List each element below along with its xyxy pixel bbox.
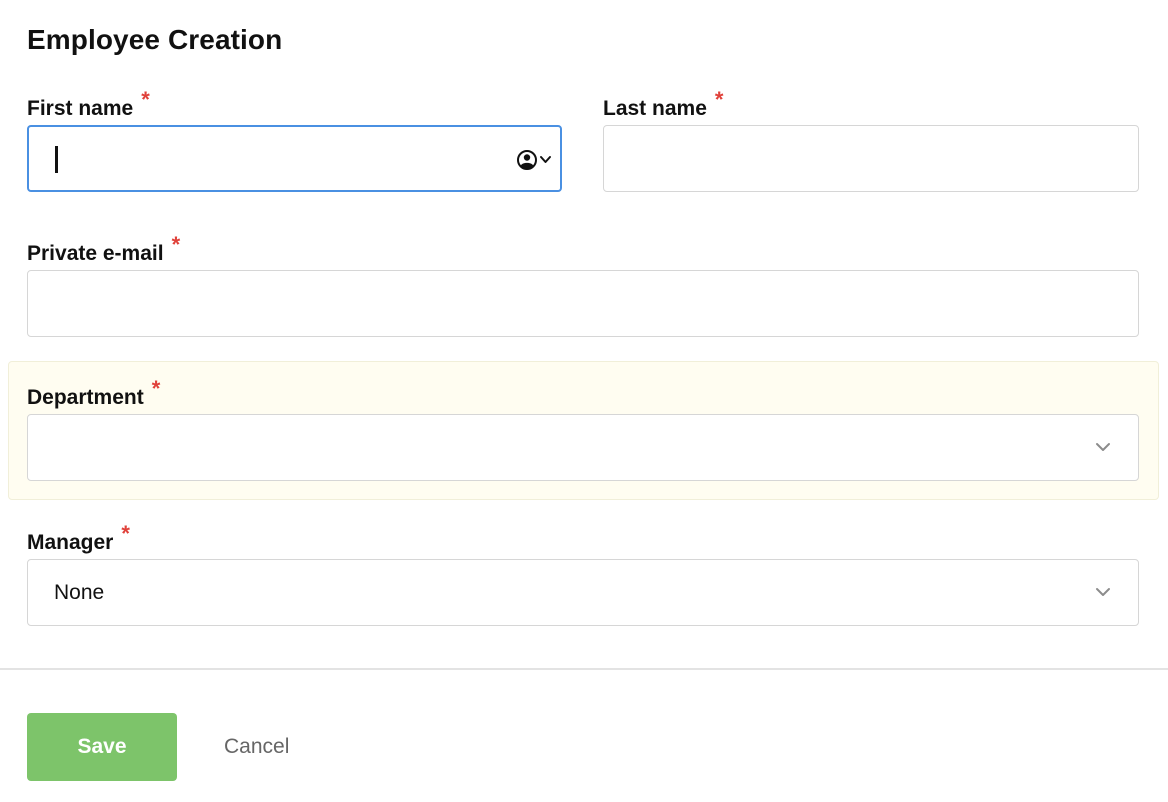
text-caret xyxy=(55,146,58,173)
manager-label: Manager * xyxy=(27,521,130,555)
last-name-label: Last name * xyxy=(603,87,723,121)
contact-picker-button[interactable] xyxy=(516,147,556,173)
chevron-down-icon xyxy=(1096,588,1110,596)
first-name-field[interactable] xyxy=(27,125,562,192)
required-marker: * xyxy=(171,232,181,257)
required-marker: * xyxy=(121,521,130,546)
required-marker: * xyxy=(714,87,724,112)
page-title: Employee Creation xyxy=(27,24,283,55)
person-circle-icon xyxy=(517,150,551,170)
footer-divider xyxy=(0,668,1168,670)
department-select[interactable] xyxy=(27,414,1139,481)
employee-creation-dialog: Employee Creation First name * Last name *… xyxy=(0,0,1168,802)
manager-select[interactable]: None xyxy=(27,559,1139,626)
private-email-input[interactable] xyxy=(28,271,1138,336)
last-name-field[interactable] xyxy=(603,125,1139,192)
save-button[interactable]: Save xyxy=(27,713,177,781)
department-label: Department * xyxy=(27,376,160,410)
private-email-label-text: Private e-mail xyxy=(27,242,164,265)
manager-label-text: Manager xyxy=(27,531,114,554)
first-name-label: First name * xyxy=(27,87,150,121)
first-name-input[interactable] xyxy=(29,127,560,190)
last-name-input[interactable] xyxy=(604,126,1138,191)
chevron-down-icon xyxy=(1096,443,1110,451)
manager-selected-value: None xyxy=(54,581,105,604)
required-marker: * xyxy=(141,87,150,112)
private-email-label: Private e-mail * xyxy=(27,232,180,266)
private-email-field[interactable] xyxy=(27,270,1139,337)
required-marker: * xyxy=(151,376,161,401)
cancel-button[interactable]: Cancel xyxy=(224,735,289,759)
last-name-label-text: Last name xyxy=(603,97,707,120)
first-name-label-text: First name xyxy=(27,97,134,120)
department-label-text: Department xyxy=(27,386,144,409)
